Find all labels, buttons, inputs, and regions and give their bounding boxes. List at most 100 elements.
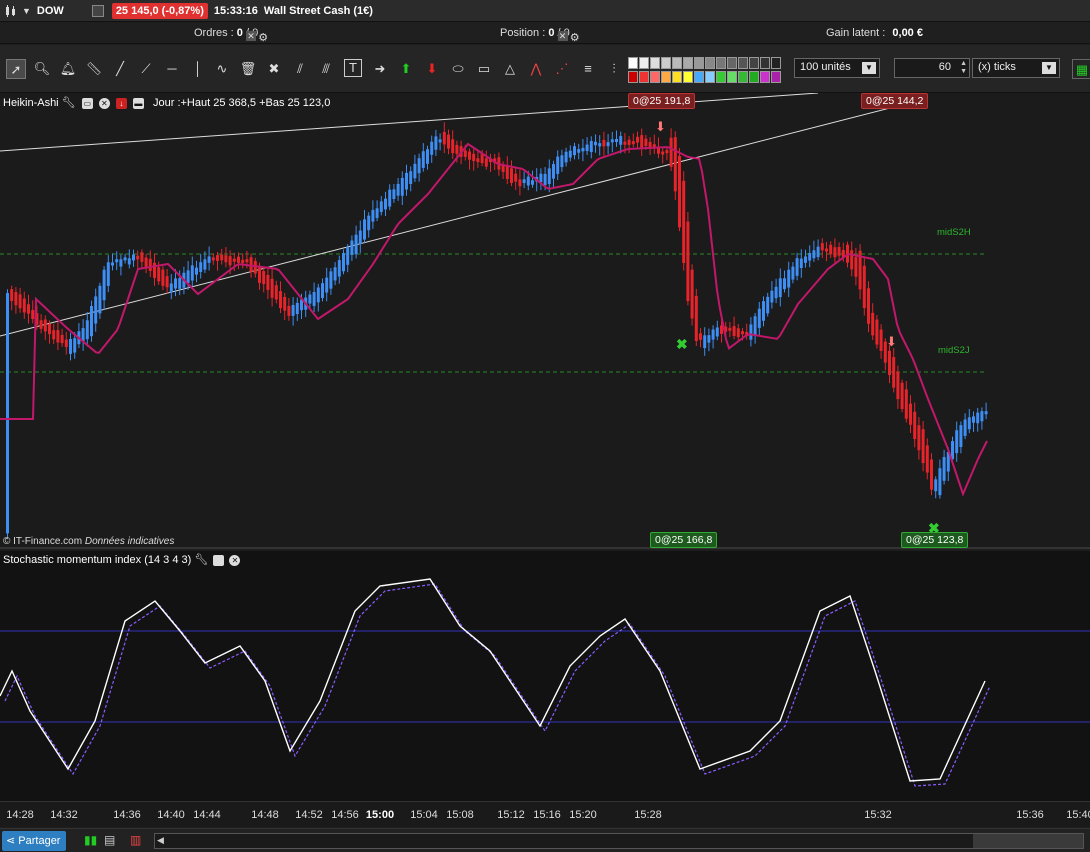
- scroll-left-icon[interactable]: ◀: [157, 835, 164, 846]
- ellipse-tool-icon[interactable]: ⬭: [448, 59, 468, 79]
- candle-down: [686, 221, 690, 302]
- freehand-tool-icon[interactable]: ∿: [212, 59, 232, 79]
- download-icon[interactable]: ↓: [115, 97, 127, 109]
- candle-up: [358, 230, 362, 245]
- position-info[interactable]: Position : 0 ✕ / 0 ⚙: [500, 27, 580, 44]
- maximize-icon[interactable]: ▭: [81, 97, 93, 109]
- price-chart-canvas[interactable]: ✖✖⬇⬇: [0, 93, 1090, 549]
- price-chart-panel[interactable]: ✖ ✖ ⬇ ⬇ Heikin-Ashi 🔧︎ ▭ ✕ ↓ ▬ Jour :+Haut …: [0, 93, 1090, 549]
- time-tick: 15:00: [365, 809, 395, 821]
- candle-down: [451, 139, 455, 154]
- candle-down: [892, 357, 896, 388]
- price-chart-header: Heikin-Ashi 🔧︎ ▭ ✕ ↓ ▬ Jour :+Haut 25 36…: [3, 97, 331, 109]
- wrench-icon[interactable]: 🔧︎: [62, 97, 76, 109]
- arrow-down-red-icon[interactable]: ⬇: [422, 59, 442, 79]
- pointer-tool-icon[interactable]: ➚: [6, 59, 26, 79]
- candle-up: [132, 254, 135, 261]
- ticks-stepper[interactable]: 60 ▲ ▼: [894, 58, 970, 78]
- time-axis[interactable]: 14:28 14:32 14:36 14:40 14:44 14:48 14:52 14:56…: [0, 801, 1090, 827]
- triangle-tool-icon[interactable]: △: [500, 59, 520, 79]
- alert-bell-icon[interactable]: 🔔︎: [58, 59, 78, 79]
- line-tool-icon[interactable]: ╱: [110, 59, 130, 79]
- buy-signal-icon: ✖: [676, 336, 688, 352]
- candle-down: [48, 323, 51, 335]
- close-position-icon[interactable]: ✕: [557, 31, 568, 41]
- rectangle-tool-icon[interactable]: ▭: [474, 59, 494, 79]
- candle-up: [812, 250, 816, 259]
- orders-book-icon[interactable]: ▥: [130, 833, 141, 847]
- wrench-icon[interactable]: 🔧︎: [194, 554, 208, 566]
- list-icon[interactable]: ▤: [104, 833, 115, 847]
- ray-tool-icon[interactable]: ⟋: [136, 59, 156, 79]
- fibonacci-retracement-icon[interactable]: ≡: [578, 59, 598, 79]
- sell-signal-icon: ⬇: [886, 334, 897, 349]
- candle-up: [127, 258, 131, 265]
- parallel-tool-icon[interactable]: ⫻: [316, 59, 336, 79]
- horizontal-line-icon[interactable]: ─: [162, 59, 182, 79]
- arrow-up-green-icon[interactable]: ⬆: [396, 59, 416, 79]
- trash-icon[interactable]: 🗑︎: [238, 59, 258, 79]
- candle-down: [925, 445, 929, 473]
- watchlist-toggle-icon[interactable]: [91, 4, 104, 17]
- candle-down: [258, 265, 261, 283]
- arrow-right-icon[interactable]: ➜: [370, 59, 390, 79]
- candle-up: [585, 144, 589, 152]
- units-select[interactable]: 100 unités ▼: [794, 58, 880, 78]
- candle-down: [31, 310, 35, 320]
- candle-down: [161, 269, 165, 286]
- stepper-arrows-icon[interactable]: ▲ ▼: [960, 60, 967, 76]
- channel-tool-icon[interactable]: ⫽: [290, 59, 310, 79]
- level-label-top-left: 0@25 191,8: [628, 93, 696, 109]
- candle-down: [909, 403, 912, 425]
- symbol-dropdown-icon[interactable]: ▼: [22, 6, 31, 16]
- candle-up: [379, 201, 383, 212]
- candlestick-logo-icon: [4, 4, 18, 18]
- candle-down: [728, 327, 732, 331]
- candle-up: [69, 339, 72, 354]
- maximize-icon[interactable]: [213, 554, 225, 566]
- candle-up: [350, 240, 354, 255]
- text-tool-icon[interactable]: T: [344, 59, 362, 77]
- close-icon[interactable]: ✕: [229, 554, 241, 566]
- candle-up: [543, 173, 547, 186]
- zoom-tool-icon[interactable]: 🔍︎: [32, 59, 52, 79]
- gann-tool-icon[interactable]: ⫶: [604, 59, 624, 79]
- candle-up: [795, 258, 799, 276]
- orders-settings-icon[interactable]: ⚙: [258, 31, 268, 44]
- candle-down: [669, 137, 673, 167]
- candle-down: [463, 150, 467, 157]
- cancel-orders-icon[interactable]: ✕: [245, 31, 256, 41]
- vertical-line-icon[interactable]: │: [188, 59, 208, 79]
- ruler-tool-icon[interactable]: 📏︎: [84, 59, 104, 79]
- time-tick: 15:08: [446, 809, 474, 821]
- candle-down: [825, 248, 828, 252]
- add-panel-icon[interactable]: ▦: [1072, 59, 1090, 79]
- window-icon[interactable]: ▬: [132, 97, 144, 109]
- chart-scrollbar[interactable]: ◀: [154, 833, 1084, 849]
- candle-up: [791, 266, 795, 280]
- fibonacci-fan-icon[interactable]: ⋀: [526, 59, 546, 79]
- candle-up: [321, 283, 324, 299]
- indicator-canvas[interactable]: [0, 551, 1090, 801]
- ticks-unit-select[interactable]: (x) ticks ▼: [972, 58, 1060, 78]
- indicator-panel[interactable]: Stochastic momentum index (14 3 4 3) 🔧︎ …: [0, 551, 1090, 801]
- position-settings-icon[interactable]: ⚙: [570, 31, 580, 44]
- scroll-thumb[interactable]: [973, 834, 1083, 848]
- color-palette[interactable]: [628, 57, 784, 83]
- candle-up: [312, 291, 316, 306]
- candle-down: [888, 350, 891, 376]
- close-icon[interactable]: ✕: [98, 97, 110, 109]
- time-tick: 15:12: [497, 809, 525, 821]
- candle-up: [106, 262, 110, 286]
- share-button[interactable]: ⋖ Partager: [2, 831, 67, 851]
- candles-icon[interactable]: ▮▮: [84, 833, 97, 847]
- candle-down: [472, 153, 476, 162]
- tools-icon[interactable]: ✖: [264, 59, 284, 79]
- candle-up: [715, 327, 719, 337]
- candle-up: [778, 278, 782, 297]
- symbol-label[interactable]: DOW: [37, 5, 64, 17]
- candle-down: [228, 256, 232, 266]
- candle-up: [174, 278, 177, 289]
- orders-info[interactable]: Ordres : 0 ✕ / 0 ⚙: [194, 27, 268, 44]
- fibonacci-arc-icon[interactable]: ⋰: [552, 59, 572, 79]
